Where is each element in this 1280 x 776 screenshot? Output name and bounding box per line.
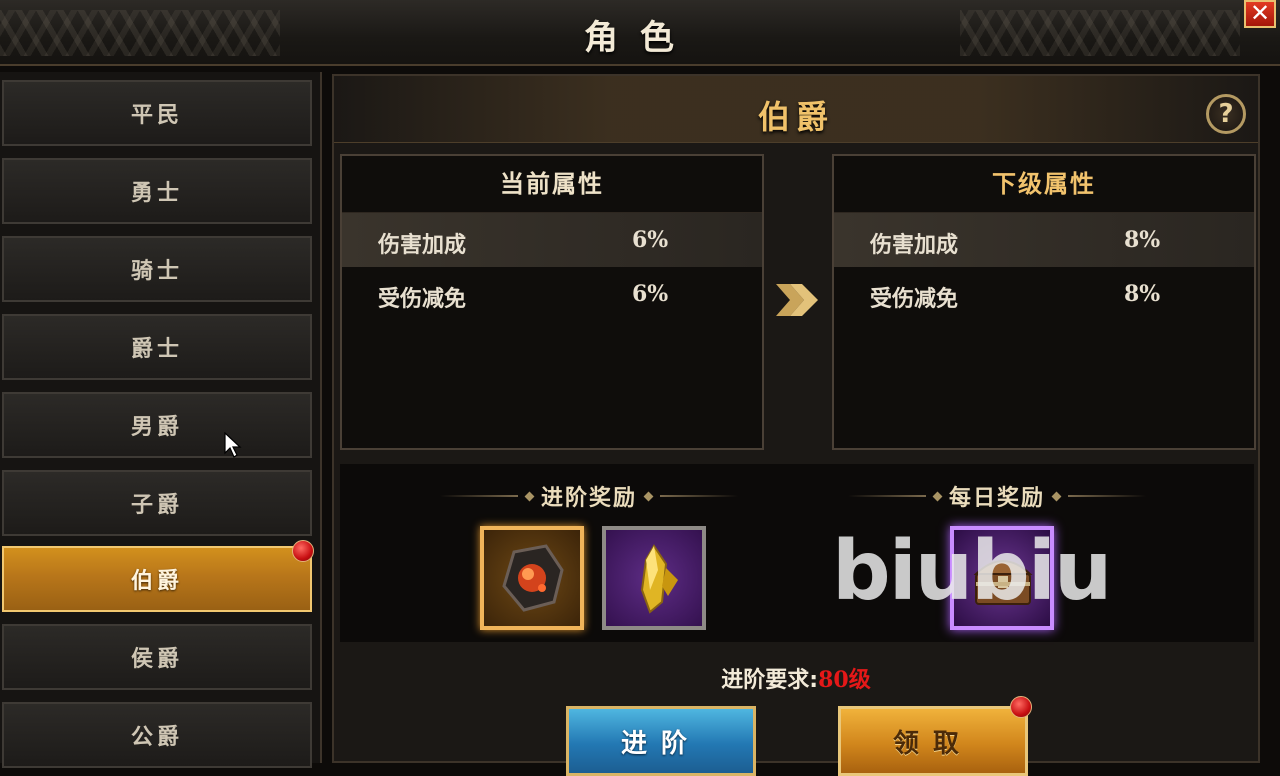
divider-line (848, 495, 926, 497)
next-attributes-heading: 下级属性 (834, 156, 1254, 213)
rank-title: 伯爵 (757, 98, 834, 136)
attribute-name: 伤害加成 (378, 233, 467, 258)
attribute-value: 8% (1124, 281, 1161, 307)
requirement-level: 80级 (818, 667, 871, 693)
gold-crystal-icon (640, 544, 678, 614)
rank-item-label: 平民 (130, 103, 183, 128)
diamond-ornament-icon (1051, 491, 1062, 501)
attribute-row: 伤害加成 6% (342, 213, 762, 267)
reward-area: 进阶奖励 每日奖励 (340, 464, 1254, 642)
rank-item-marquis[interactable]: 侯爵 (2, 624, 312, 690)
advance-button[interactable]: 进阶 (566, 706, 756, 776)
rank-item-warrior[interactable]: 勇士 (2, 158, 312, 224)
rank-item-count[interactable]: 伯爵 (2, 546, 312, 612)
help-icon[interactable]: ? (1206, 94, 1246, 134)
attribute-name: 受伤减免 (378, 287, 467, 312)
rank-item-commoner[interactable]: 平民 (2, 80, 312, 146)
rank-detail-panel: 伯爵 ? 当前属性 伤害加成 6% 受伤减免 6% 下级属性 伤害加成 8% 受… (332, 74, 1260, 776)
attribute-row: 伤害加成 8% (834, 213, 1254, 267)
rank-item-label: 子爵 (130, 493, 183, 518)
rank-header: 伯爵 ? (334, 76, 1258, 143)
attribute-name: 受伤减免 (870, 287, 959, 312)
divider-line (660, 495, 739, 497)
divider-line (440, 495, 518, 497)
advance-reward-heading: 进阶奖励 (440, 480, 739, 512)
current-attributes-heading: 当前属性 (342, 156, 762, 213)
double-chevron-right-icon (776, 284, 818, 316)
rank-item-duke[interactable]: 公爵 (2, 702, 312, 768)
claim-button[interactable]: 领取 (838, 706, 1028, 776)
close-button[interactable]: ✕ (1244, 0, 1276, 28)
diamond-ornament-icon (932, 491, 943, 501)
reward-item-crystal[interactable] (602, 526, 706, 630)
divider-line (1068, 495, 1147, 497)
window-title: 角色 (584, 18, 696, 58)
attribute-value: 6% (632, 227, 669, 253)
current-attributes-panel: 当前属性 伤害加成 6% 受伤减免 6% (340, 154, 764, 450)
reward-item-ore[interactable] (480, 526, 584, 630)
advance-reward-label: 进阶奖励 (541, 486, 638, 511)
next-attributes-panel: 下级属性 伤害加成 8% 受伤减免 8% (832, 154, 1256, 450)
mouse-cursor-icon (224, 432, 242, 458)
rank-item-label: 伯爵 (130, 569, 183, 594)
daily-reward-label: 每日奖励 (949, 486, 1046, 511)
rank-item-label: 公爵 (130, 725, 183, 750)
requirement-label: 进阶要求: (721, 668, 819, 693)
notification-dot (292, 540, 314, 562)
rank-item-label: 爵士 (130, 337, 183, 362)
rank-item-viscount[interactable]: 子爵 (2, 470, 312, 536)
rank-item-sir[interactable]: 爵士 (2, 314, 312, 380)
rank-item-label: 勇士 (130, 181, 183, 206)
advance-requirement: 进阶要求:80级 (334, 662, 1258, 694)
attribute-row: 受伤减免 6% (342, 267, 762, 321)
rank-item-knight[interactable]: 骑士 (2, 236, 312, 302)
daily-reward-heading: 每日奖励 (848, 480, 1147, 512)
notification-dot (1010, 696, 1032, 718)
diamond-ornament-icon (643, 491, 654, 501)
treasure-chest-icon (973, 560, 1033, 605)
attribute-name: 伤害加成 (870, 233, 959, 258)
rank-item-label: 骑士 (130, 259, 183, 284)
diamond-ornament-icon (524, 491, 535, 501)
rank-sidebar: 平民 勇士 骑士 爵士 男爵 子爵 伯爵 侯爵 公爵 (0, 72, 322, 768)
attribute-row: 受伤减免 8% (834, 267, 1254, 321)
attribute-value: 6% (632, 281, 669, 307)
title-bar: 角色 (0, 0, 1280, 66)
attribute-value: 8% (1124, 227, 1161, 253)
rank-item-baron[interactable]: 男爵 (2, 392, 312, 458)
ore-chunk-icon (502, 544, 564, 612)
rank-item-label: 侯爵 (130, 647, 183, 672)
reward-item-chest[interactable] (950, 526, 1054, 630)
rank-item-label: 男爵 (130, 415, 183, 440)
